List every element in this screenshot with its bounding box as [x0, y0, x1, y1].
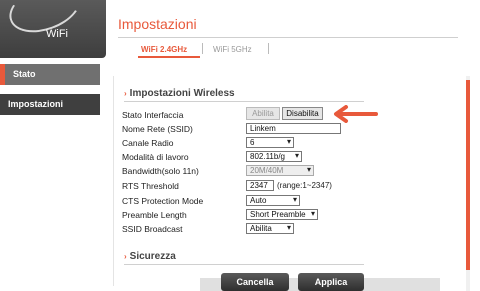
- ssid-input[interactable]: Linkem: [246, 123, 341, 134]
- section-security-title: Sicurezza: [129, 251, 176, 262]
- rts-range-hint: (range:1~2347): [277, 181, 332, 190]
- tab-separator: [202, 43, 203, 54]
- label-modalita: Modalità di lavoro: [122, 152, 189, 162]
- section-divider: [124, 101, 364, 102]
- label-rts: RTS Threshold: [122, 181, 179, 191]
- pointer-arrow-icon: [334, 105, 378, 123]
- chevron-right-icon: ›: [124, 252, 127, 261]
- section-wireless-heading: › Impostazioni Wireless: [124, 88, 235, 99]
- tab-wifi-2-4ghz[interactable]: WiFi 2.4GHz: [141, 45, 187, 54]
- label-canale-radio: Canale Radio: [122, 138, 174, 148]
- page-title: Impostazioni: [118, 16, 197, 32]
- channel-select[interactable]: 6: [246, 137, 294, 148]
- cancel-button[interactable]: Cancella: [221, 273, 289, 291]
- apply-button[interactable]: Applica: [298, 273, 364, 291]
- ssid-broadcast-select[interactable]: Abilita: [246, 223, 294, 234]
- abilita-button[interactable]: Abilita: [246, 107, 280, 120]
- tab-separator: [268, 43, 269, 54]
- tab-wifi-5ghz[interactable]: WiFi 5GHz: [213, 45, 252, 54]
- scrollbar-thumb[interactable]: [466, 80, 470, 270]
- active-tab-indicator: [138, 56, 200, 58]
- rts-input[interactable]: 2347: [246, 180, 274, 191]
- label-ssid: Nome Rete (SSID): [122, 124, 193, 134]
- section-security-heading: › Sicurezza: [124, 251, 176, 262]
- nav-item-stato[interactable]: Stato: [0, 64, 100, 85]
- nav-item-impostazioni[interactable]: Impostazioni: [0, 94, 100, 115]
- mode-select[interactable]: 802.11b/g: [246, 151, 302, 162]
- label-stato-interfaccia: Stato Interfaccia: [122, 110, 184, 120]
- preamble-select[interactable]: Short Preamble: [246, 209, 318, 220]
- label-preamble: Preamble Length: [122, 210, 187, 220]
- logo-text: WiFi: [46, 28, 68, 40]
- disabilita-button[interactable]: Disabilita: [282, 107, 323, 120]
- label-cts: CTS Protection Mode: [122, 196, 204, 206]
- label-ssid-broadcast: SSID Broadcast: [122, 224, 183, 234]
- logo-swoosh-icon: [2, 0, 88, 42]
- chevron-right-icon: ›: [124, 89, 127, 98]
- left-sidebar: WiFi Stato Impostazioni: [0, 0, 108, 291]
- section-divider: [124, 264, 364, 265]
- title-divider: [118, 37, 458, 38]
- section-wireless-title: Impostazioni Wireless: [129, 88, 235, 99]
- label-bandwidth: Bandwidth(solo 11n): [122, 166, 199, 176]
- wifi-logo: WiFi: [0, 0, 106, 58]
- bandwidth-select[interactable]: 20M/40M: [246, 165, 314, 176]
- cts-select[interactable]: Auto: [246, 195, 300, 206]
